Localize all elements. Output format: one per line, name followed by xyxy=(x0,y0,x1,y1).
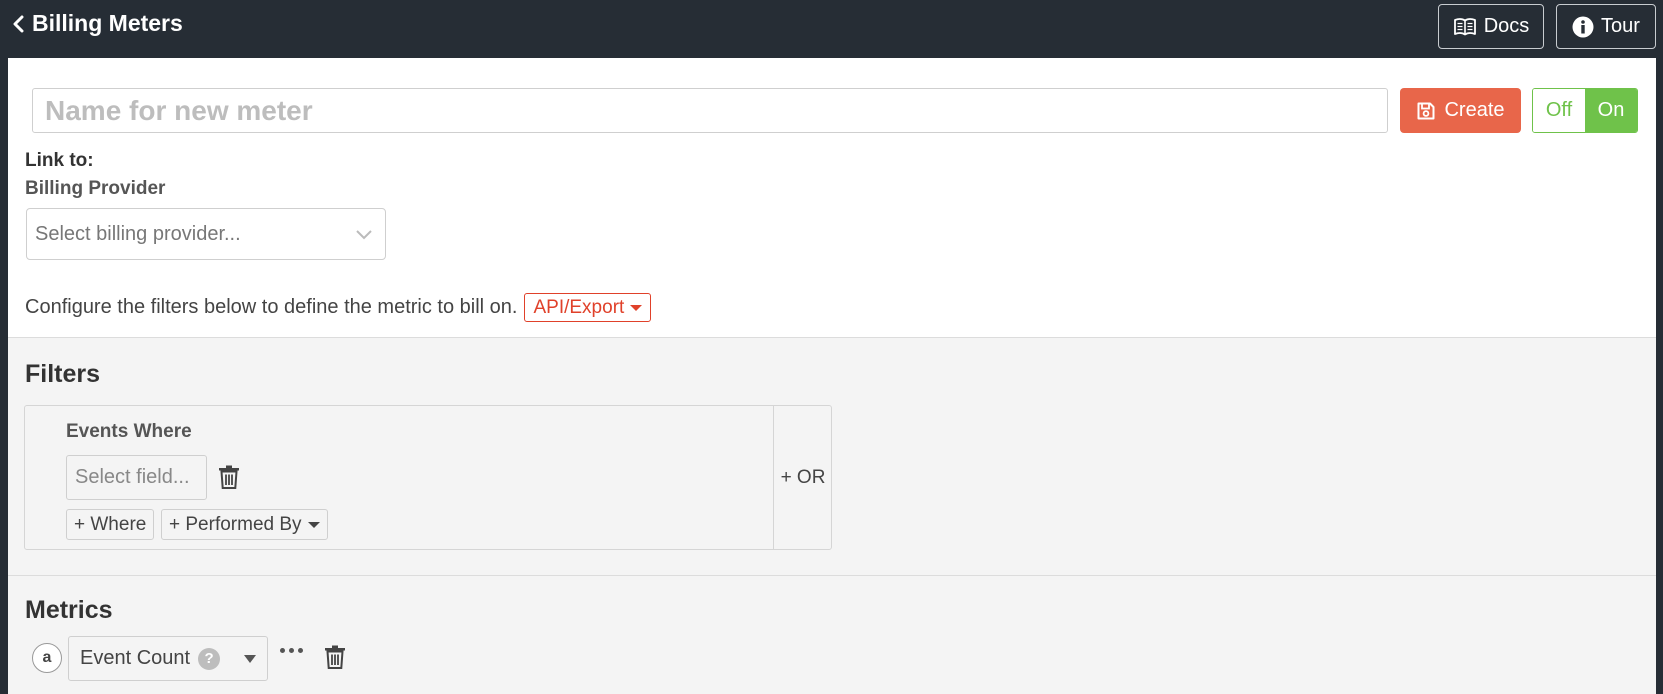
toggle-on-option[interactable]: On xyxy=(1585,89,1637,132)
add-where-button[interactable]: + Where xyxy=(66,509,155,540)
metric-letter-badge: a xyxy=(32,643,62,673)
api-export-dropdown[interactable]: API/Export xyxy=(524,293,652,322)
on-off-toggle[interactable]: Off On xyxy=(1532,88,1638,133)
select-field-dropdown[interactable]: Select field... xyxy=(66,455,207,500)
create-button[interactable]: Create xyxy=(1400,88,1521,133)
chevron-down-icon xyxy=(356,230,372,240)
billing-provider-label: Billing Provider xyxy=(25,178,166,199)
billing-provider-select[interactable]: Select billing provider... xyxy=(26,208,386,260)
metric-type-select[interactable]: Event Count ? xyxy=(68,636,268,681)
tour-label: Tour xyxy=(1601,15,1640,37)
metric-type-label: Event Count xyxy=(80,647,191,669)
link-to-label: Link to: xyxy=(25,150,94,171)
tour-button[interactable]: Tour xyxy=(1556,4,1656,49)
select-field-placeholder: Select field... xyxy=(75,466,190,488)
back-link[interactable]: Billing Meters xyxy=(10,10,183,37)
trash-icon[interactable] xyxy=(218,465,240,489)
create-label: Create xyxy=(1444,99,1505,121)
add-or-button[interactable]: + OR xyxy=(774,406,832,549)
docs-button[interactable]: Docs xyxy=(1438,4,1544,49)
caret-down-icon xyxy=(307,521,320,528)
top-bar: Billing Meters Docs Tour xyxy=(0,0,1663,56)
caret-down-icon xyxy=(630,304,643,311)
meter-name-input[interactable] xyxy=(32,88,1388,133)
more-horizontal-icon[interactable] xyxy=(280,648,303,653)
trash-icon[interactable] xyxy=(324,645,346,669)
page-title: Billing Meters xyxy=(32,10,183,36)
docs-label: Docs xyxy=(1483,15,1530,37)
configure-text: Configure the filters below to define th… xyxy=(25,296,518,318)
main-panel: Create Off On Link to: Billing Provider … xyxy=(8,58,1656,694)
book-icon xyxy=(1453,17,1476,35)
filters-section: Filters Events Where Select field... + W… xyxy=(8,337,1656,575)
metrics-section: Metrics a Event Count ? xyxy=(8,575,1656,694)
events-where-label: Events Where xyxy=(66,421,192,442)
add-where-label: + Where xyxy=(74,513,147,535)
info-icon xyxy=(1572,16,1594,37)
filter-group: Events Where Select field... + Where + P… xyxy=(24,405,832,550)
api-export-label: API/Export xyxy=(533,296,625,318)
configure-row: Configure the filters below to define th… xyxy=(25,293,652,322)
add-or-label: + OR xyxy=(780,466,826,488)
add-performed-by-button[interactable]: + Performed By xyxy=(161,509,328,540)
billing-provider-placeholder: Select billing provider... xyxy=(35,222,241,245)
filters-title: Filters xyxy=(25,360,101,388)
save-icon xyxy=(1417,102,1435,119)
toggle-off-option[interactable]: Off xyxy=(1533,89,1585,132)
caret-down-icon xyxy=(244,654,256,663)
metrics-title: Metrics xyxy=(25,596,113,624)
question-icon[interactable]: ? xyxy=(198,647,221,670)
add-performed-by-label: + Performed By xyxy=(169,513,302,535)
chevron-left-icon xyxy=(13,15,24,32)
